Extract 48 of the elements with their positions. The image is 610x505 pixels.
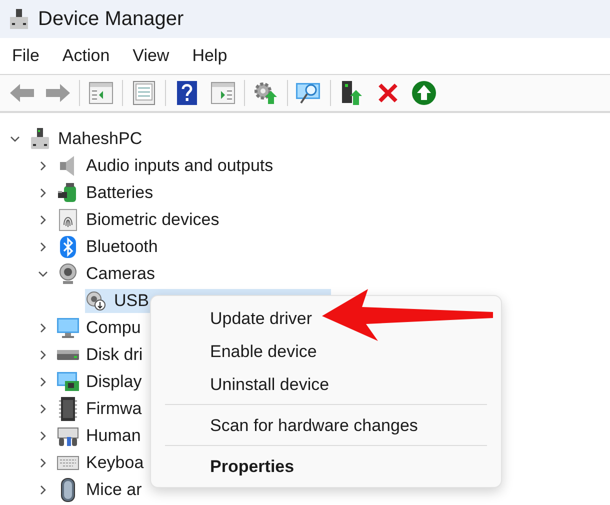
device-arrow-icon[interactable] [342, 81, 362, 105]
menu-item[interactable]: Uninstall device [155, 368, 497, 401]
tree-item[interactable]: Firmwa [86, 398, 144, 418]
speaker-icon [59, 156, 77, 176]
webcam-icon [86, 290, 106, 310]
properties-icon[interactable] [133, 81, 155, 105]
remove-icon[interactable] [378, 83, 398, 103]
chip-icon [59, 396, 77, 420]
tree-item[interactable]: Disk dri [86, 344, 145, 364]
keyboard-icon [57, 456, 79, 470]
display-adapter-icon [57, 372, 79, 392]
tree-item[interactable]: Cameras [86, 264, 157, 284]
tree-item[interactable]: Audio inputs and outputs [86, 156, 276, 176]
menu-item[interactable]: File [4, 42, 48, 70]
tree-item[interactable]: Keyboa [86, 452, 146, 472]
menu-item[interactable]: View [124, 42, 178, 70]
menu-item[interactable]: Help [184, 42, 236, 70]
forward-arrow-icon[interactable] [46, 83, 70, 103]
tree-item[interactable]: Display [86, 372, 144, 392]
tree-item[interactable]: Compu [86, 318, 143, 338]
mouse-icon [61, 478, 75, 502]
gear-arrow-icon[interactable] [254, 81, 278, 105]
webcam-icon [59, 262, 77, 284]
app-icon [10, 9, 28, 29]
menu-item[interactable]: Action [54, 42, 118, 70]
tree-item[interactable]: Human [86, 426, 143, 446]
tree-item[interactable]: MaheshPC [58, 128, 144, 148]
help-icon[interactable] [177, 81, 197, 105]
monitor-search-icon[interactable] [296, 81, 322, 105]
tree-item[interactable]: Batteries [86, 182, 156, 202]
menu-item[interactable]: Scan for hardware changes [155, 409, 497, 442]
pane-icon[interactable] [211, 82, 235, 104]
disk-drive-icon [57, 350, 79, 360]
back-arrow-icon[interactable] [10, 83, 34, 103]
keyboard-mouse-icon [57, 426, 79, 446]
tree-item[interactable]: Mice ar [86, 480, 144, 500]
bluetooth-icon [60, 236, 76, 258]
menu-item[interactable]: Properties [155, 450, 497, 483]
computer-icon [31, 128, 49, 150]
pane-icon[interactable] [89, 82, 113, 104]
battery-icon [58, 182, 78, 204]
tree-item[interactable]: Biometric devices [86, 210, 222, 230]
fingerprint-icon [59, 208, 77, 230]
tree-item[interactable]: Bluetooth [86, 236, 160, 256]
menu-item[interactable]: Update driver [155, 302, 497, 335]
monitor-icon [57, 318, 79, 338]
menu-item[interactable]: Enable device [155, 335, 497, 368]
window-title: Device Manager [38, 8, 184, 30]
